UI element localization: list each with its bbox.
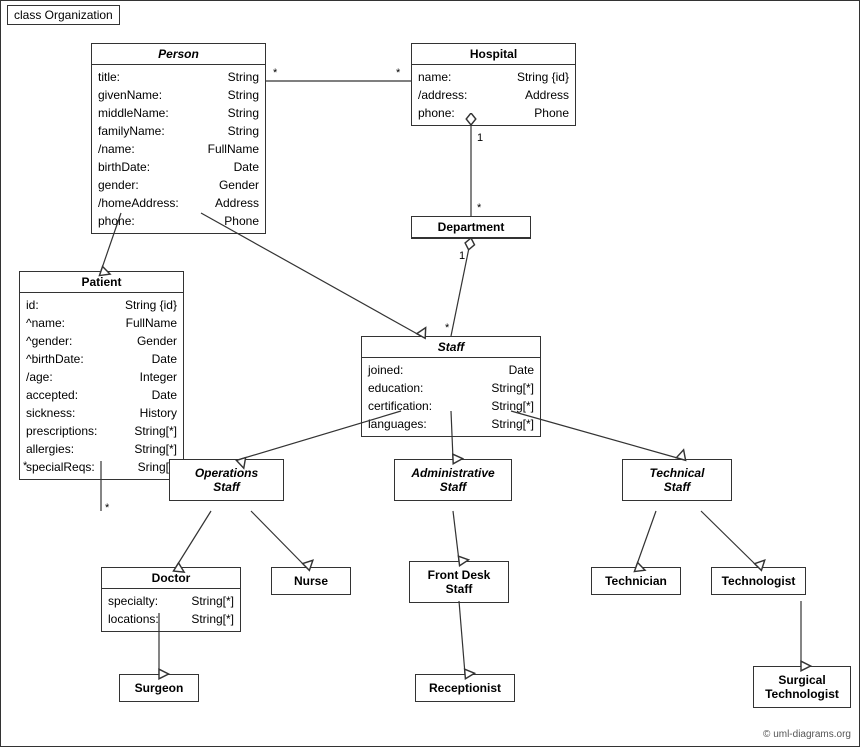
class-doctor-attrs: specialty:String[*] locations:String[*] bbox=[102, 589, 240, 631]
svg-text:*: * bbox=[105, 502, 110, 514]
class-doctor-name: Doctor bbox=[102, 568, 240, 589]
class-hospital-attrs: name:String {id} /address:Address phone:… bbox=[412, 65, 575, 125]
svg-text:*: * bbox=[445, 322, 450, 334]
diagram-title: class Organization bbox=[7, 5, 120, 25]
class-front-desk-staff-name: Front DeskStaff bbox=[410, 562, 508, 602]
class-staff-attrs: joined:Date education:String[*] certific… bbox=[362, 358, 540, 436]
class-receptionist: Receptionist bbox=[415, 674, 515, 702]
class-technician-name: Technician bbox=[592, 568, 680, 594]
class-staff-name: Staff bbox=[362, 337, 540, 358]
copyright: © uml-diagrams.org bbox=[763, 729, 851, 740]
class-surgeon: Surgeon bbox=[119, 674, 199, 702]
class-front-desk-staff: Front DeskStaff bbox=[409, 561, 509, 603]
class-technical-staff-name: TechnicalStaff bbox=[623, 460, 731, 500]
class-technical-staff: TechnicalStaff bbox=[622, 459, 732, 501]
class-patient: Patient id:String {id} ^name:FullName ^g… bbox=[19, 271, 184, 480]
diagram-container: class Organization Person title:String g… bbox=[0, 0, 860, 747]
class-person-name: Person bbox=[92, 44, 265, 65]
class-person: Person title:String givenName:String mid… bbox=[91, 43, 266, 234]
class-technologist-name: Technologist bbox=[712, 568, 805, 594]
class-nurse: Nurse bbox=[271, 567, 351, 595]
class-receptionist-name: Receptionist bbox=[416, 675, 514, 701]
class-technician: Technician bbox=[591, 567, 681, 595]
class-patient-attrs: id:String {id} ^name:FullName ^gender:Ge… bbox=[20, 293, 183, 479]
class-surgical-technologist: SurgicalTechnologist bbox=[753, 666, 851, 708]
class-surgical-technologist-name: SurgicalTechnologist bbox=[754, 667, 850, 707]
class-hospital: Hospital name:String {id} /address:Addre… bbox=[411, 43, 576, 126]
class-operations-staff: OperationsStaff bbox=[169, 459, 284, 501]
class-department-name: Department bbox=[412, 217, 530, 238]
class-patient-name: Patient bbox=[20, 272, 183, 293]
svg-text:1: 1 bbox=[459, 250, 465, 262]
class-department: Department bbox=[411, 216, 531, 239]
class-staff: Staff joined:Date education:String[*] ce… bbox=[361, 336, 541, 437]
svg-text:*: * bbox=[396, 67, 401, 79]
class-technologist: Technologist bbox=[711, 567, 806, 595]
class-hospital-name: Hospital bbox=[412, 44, 575, 65]
class-operations-staff-name: OperationsStaff bbox=[170, 460, 283, 500]
class-nurse-name: Nurse bbox=[272, 568, 350, 594]
svg-text:*: * bbox=[477, 202, 482, 214]
class-person-attrs: title:String givenName:String middleName… bbox=[92, 65, 265, 233]
svg-text:1: 1 bbox=[477, 132, 483, 144]
svg-text:*: * bbox=[273, 67, 278, 79]
class-administrative-staff: AdministrativeStaff bbox=[394, 459, 512, 501]
class-administrative-staff-name: AdministrativeStaff bbox=[395, 460, 511, 500]
class-doctor: Doctor specialty:String[*] locations:Str… bbox=[101, 567, 241, 632]
class-surgeon-name: Surgeon bbox=[120, 675, 198, 701]
